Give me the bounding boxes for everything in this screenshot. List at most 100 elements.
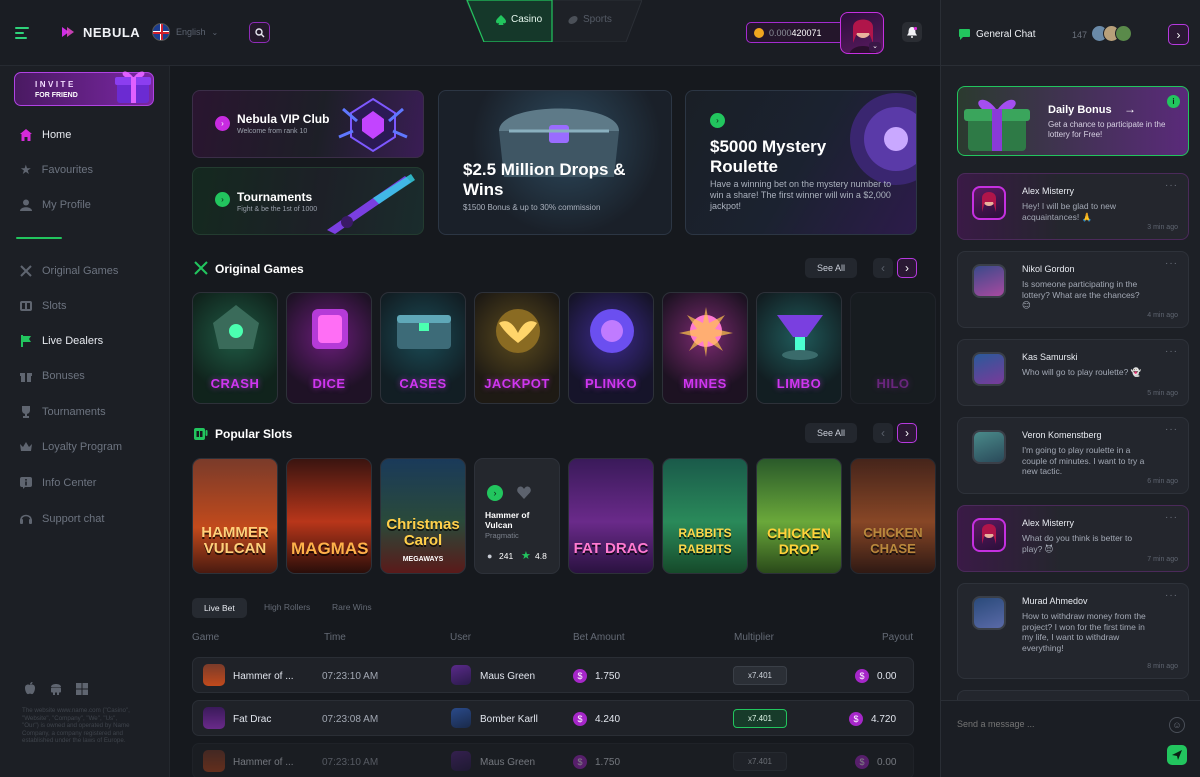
message-author[interactable]: Veron Komenstberg: [1022, 430, 1102, 440]
game-tile-limbo[interactable]: LIMBO: [756, 292, 842, 404]
nav-loyalty[interactable]: Loyalty Program: [20, 437, 122, 457]
promo-drops-wins[interactable]: $2.5 Million Drops & Wins $1500 Bonus & …: [438, 90, 672, 235]
notifications-button[interactable]: [902, 22, 922, 42]
emoji-icon[interactable]: ☺: [1169, 717, 1185, 733]
game-thumb: [203, 750, 225, 772]
swords-icon: [20, 265, 32, 277]
nav-favourites[interactable]: ★ Favourites: [20, 160, 93, 180]
avatar[interactable]: [972, 352, 1006, 386]
original-games-prev[interactable]: ‹: [873, 258, 893, 278]
chat-message[interactable]: ··· Alex Misterry What do you think is b…: [957, 505, 1189, 572]
avatar[interactable]: [972, 596, 1006, 630]
bets-tab-rare-wins[interactable]: Rare Wins: [332, 602, 372, 612]
slot-tile-fat-drac[interactable]: FAT DRAC: [568, 458, 654, 574]
game-label: MINES: [683, 376, 727, 391]
language-selector[interactable]: English ⌄: [152, 23, 218, 41]
message-author[interactable]: Kas Samurski: [1022, 352, 1078, 362]
popular-slots-next[interactable]: ›: [897, 423, 917, 443]
nav-support[interactable]: Support chat: [20, 509, 104, 529]
user-avatar[interactable]: ⌄: [840, 12, 884, 54]
bets-tab-live[interactable]: Live Bet: [192, 598, 247, 618]
message-text: I'm going to play roulette in a couple o…: [1022, 445, 1145, 476]
more-icon[interactable]: ···: [1165, 424, 1178, 435]
table-row[interactable]: Hammer of ... 07:23:10 AM Maus Green $1.…: [192, 743, 914, 777]
daily-bonus-card[interactable]: Daily Bonus → Get a chance to participat…: [957, 86, 1189, 156]
daily-bonus-text: Get a chance to participate in the lotte…: [1048, 120, 1166, 139]
nav-info-center[interactable]: Info Center: [20, 473, 96, 493]
chat-message[interactable]: ··· Kas Samurski Who will go to play rou…: [957, 339, 1189, 406]
avatar[interactable]: [972, 518, 1006, 552]
message-time: 3 min ago: [1147, 224, 1178, 231]
chat-message[interactable]: ··· Murad Ahmedov How to withdraw money …: [957, 583, 1189, 679]
play-icon[interactable]: ›: [487, 485, 503, 501]
game-tile-dice[interactable]: DICE: [286, 292, 372, 404]
more-icon[interactable]: ···: [1165, 180, 1178, 191]
nav-home[interactable]: Home: [20, 125, 71, 145]
original-games-next[interactable]: ›: [897, 258, 917, 278]
message-author[interactable]: Alex Misterry: [1022, 518, 1074, 528]
tab-casino[interactable]: Casino: [496, 14, 542, 25]
slot-tile-rabbits[interactable]: RABBITS RABBITS: [662, 458, 748, 574]
chat-message[interactable]: ··· Nikol Gordon Is someone participatin…: [957, 251, 1189, 328]
slot-tile-chicken-drop[interactable]: CHICKEN DROP: [756, 458, 842, 574]
message-text: Who will go to play roulette? 👻: [1022, 367, 1142, 377]
more-icon[interactable]: ···: [1165, 258, 1178, 269]
promo-vip-club[interactable]: › Nebula VIP Club Welcome from rank 10: [192, 90, 424, 158]
game-tile-jackpot[interactable]: JACKPOT: [474, 292, 560, 404]
nav-live-dealers[interactable]: Live Dealers: [20, 331, 103, 351]
popular-slots-see-all[interactable]: See All: [805, 423, 858, 443]
game-tile-cases[interactable]: CASES: [380, 292, 466, 404]
bets-tab-high-rollers[interactable]: High Rollers: [264, 602, 310, 612]
avatar[interactable]: [972, 264, 1006, 298]
table-row[interactable]: Hammer of ... 07:23:10 AM Maus Green $1.…: [192, 657, 914, 693]
send-button[interactable]: [1167, 745, 1187, 765]
more-icon[interactable]: ···: [1165, 346, 1178, 357]
android-icon[interactable]: [50, 682, 62, 695]
slot-tile-magmas[interactable]: MAGMAS: [286, 458, 372, 574]
wallet-balance[interactable]: 0.000420071: [746, 22, 850, 43]
table-row[interactable]: Fat Drac 07:23:08 AM Bomber Karll $4.240…: [192, 700, 914, 736]
chat-message[interactable]: ··· Veron Komenstberg I'm going to play …: [957, 417, 1189, 494]
nav-bonuses[interactable]: Bonuses: [20, 366, 85, 386]
chat-message[interactable]: ··· Alex Misterry Hey! I will be glad to…: [957, 173, 1189, 240]
more-icon[interactable]: ···: [1165, 512, 1178, 523]
logo[interactable]: NEBULA: [60, 24, 140, 40]
original-games-title: Original Games: [215, 262, 304, 276]
info-icon[interactable]: i: [1167, 95, 1180, 108]
slot-tile-chicken-chase[interactable]: CHICKEN CHASE: [850, 458, 936, 574]
avatar[interactable]: [972, 430, 1006, 464]
slot-tile-christmas-carol[interactable]: Christmas Carol MEGAWAYS: [380, 458, 466, 574]
menu-icon[interactable]: [14, 24, 32, 42]
promo-mystery-roulette[interactable]: › $5000 Mystery Roulette Have a winning …: [685, 90, 917, 235]
slot-info-title: Hammer of Vulcan: [485, 510, 530, 530]
message-author[interactable]: Nikol Gordon: [1022, 264, 1075, 274]
game-tile-plinko[interactable]: PLINKO: [568, 292, 654, 404]
slot-tile-hammer-of-vulcan-info[interactable]: › Hammer of Vulcan Pragmatic ● 241 ★ 4.8: [474, 458, 560, 574]
windows-icon[interactable]: [76, 682, 88, 695]
nav-profile[interactable]: My Profile: [20, 195, 91, 215]
game-tile-crash[interactable]: CRASH: [192, 292, 278, 404]
apple-icon[interactable]: [24, 682, 36, 695]
search-button[interactable]: [249, 22, 270, 43]
popular-slots-prev[interactable]: ‹: [873, 423, 893, 443]
more-icon[interactable]: ···: [1165, 590, 1178, 601]
tab-sports[interactable]: Sports: [568, 14, 612, 25]
original-games-see-all[interactable]: See All: [805, 258, 858, 278]
invite-friend-banner[interactable]: INVITE FOR FRIEND: [14, 71, 154, 106]
game-tile-hilo[interactable]: HILO: [850, 292, 936, 404]
chat-message-input[interactable]: [957, 715, 1157, 733]
game-tile-mines[interactable]: MINES: [662, 292, 748, 404]
bet-payout: $0.00: [855, 658, 896, 694]
nav-tournaments[interactable]: Tournaments: [20, 402, 106, 422]
nav-slots[interactable]: Slots: [20, 296, 66, 316]
message-author[interactable]: Murad Ahmedov: [1022, 596, 1088, 606]
game-thumb: [203, 664, 225, 686]
heart-icon[interactable]: [517, 486, 531, 499]
promo-tournaments[interactable]: › Tournaments Fight & be the 1st of 1000: [192, 167, 424, 235]
slot-tile-hammer-vulcan[interactable]: HAMMER VULCAN: [192, 458, 278, 574]
avatar[interactable]: [972, 186, 1006, 220]
chat-collapse-button[interactable]: ›: [1168, 24, 1189, 45]
message-author[interactable]: Alex Misterry: [1022, 186, 1074, 196]
top-bar: NEBULA English ⌄ Casino Sports 0.0004200…: [0, 0, 940, 66]
nav-original-games[interactable]: Original Games: [20, 261, 118, 281]
